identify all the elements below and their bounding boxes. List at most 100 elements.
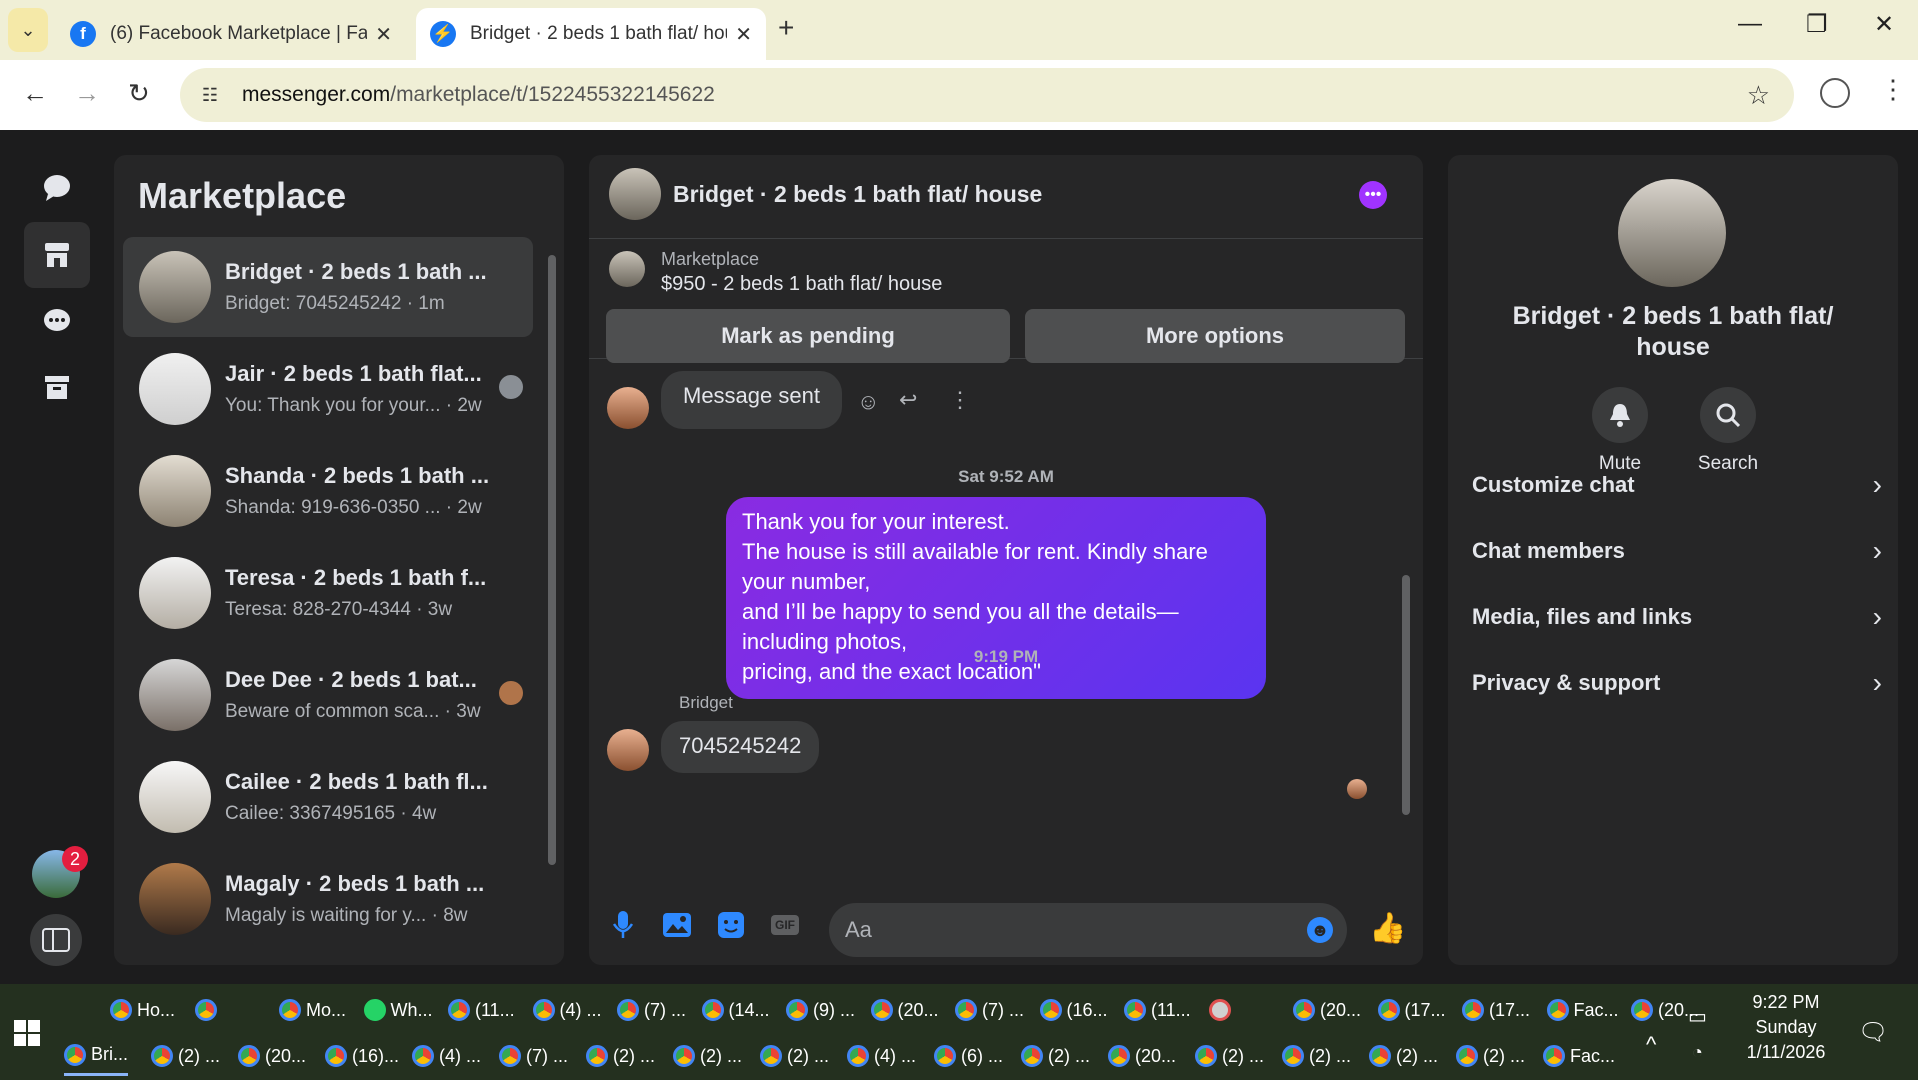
clock[interactable]: 9:22 PM Sunday 1/11/2026 (1736, 992, 1836, 1063)
tab-facebook-marketplace[interactable]: f (6) Facebook Marketplace | Face ✕ (56, 8, 406, 60)
search-button[interactable]: Search (1678, 387, 1778, 475)
avatar[interactable] (609, 168, 661, 220)
chat-title[interactable]: Bridget · 2 beds 1 bath flat/ house (673, 181, 1042, 208)
minimize-icon[interactable]: — (1738, 10, 1762, 38)
conversation-item[interactable]: Shanda · 2 beds 1 bath ... Shanda: 919-6… (123, 441, 533, 541)
marketplace-icon[interactable] (24, 222, 90, 288)
wifi-icon[interactable]: ◔ (1692, 1042, 1703, 1063)
taskbar-item[interactable]: (17... (1462, 990, 1530, 1030)
browser-menu-icon[interactable]: ⋮ (1880, 74, 1906, 105)
taskbar-item[interactable]: Mo... (279, 990, 346, 1030)
show-hidden-icons-icon[interactable]: ^ (1646, 1032, 1656, 1058)
avatar[interactable] (1618, 179, 1726, 287)
media-files-links-item[interactable]: Media, files and links › (1472, 595, 1882, 639)
taskbar-item[interactable]: (2) ... (760, 1036, 829, 1076)
reload-icon[interactable]: ↻ (128, 78, 150, 109)
customize-chat-item[interactable]: Customize chat › (1472, 463, 1882, 507)
like-icon[interactable]: 👍 (1369, 911, 1406, 946)
conversation-item[interactable]: Bridget · 2 beds 1 bath ... Bridget: 704… (123, 237, 533, 337)
message-scrollbar[interactable] (1401, 385, 1411, 815)
taskbar-item[interactable]: (2) ... (1369, 1036, 1438, 1076)
taskbar-item[interactable]: Bri... (64, 1036, 129, 1076)
close-icon[interactable]: ✕ (735, 22, 752, 47)
more-options-icon[interactable]: ••• (1359, 181, 1387, 209)
close-icon[interactable]: ✕ (375, 22, 392, 47)
taskbar-item[interactable]: Fac... (1543, 1036, 1615, 1076)
forward-icon[interactable]: → (74, 78, 100, 109)
taskbar-item[interactable]: (20... (1293, 990, 1361, 1030)
taskbar-item[interactable]: (2) ... (1282, 1036, 1351, 1076)
react-icon[interactable]: ☺ (857, 389, 879, 415)
conversation-item[interactable]: Dee Dee · 2 beds 1 bat... Beware of comm… (123, 645, 533, 745)
microphone-icon[interactable] (607, 909, 639, 941)
listing-thumbnail[interactable] (609, 251, 645, 287)
message-bubble[interactable]: 7045245242 (661, 721, 820, 773)
battery-icon[interactable]: ▭ (1688, 1004, 1707, 1029)
conversation-item[interactable]: Jair · 2 beds 1 bath flat... You: Thank … (123, 339, 533, 439)
profile-icon[interactable] (1820, 78, 1850, 108)
new-tab-button[interactable]: + (778, 12, 794, 44)
taskbar-item[interactable]: Ho... (110, 990, 175, 1030)
restore-icon[interactable]: ❐ (1806, 10, 1828, 39)
sticker-icon[interactable] (715, 909, 747, 941)
taskbar-item[interactable]: (2) ... (151, 1036, 220, 1076)
archive-icon[interactable] (24, 354, 90, 420)
taskbar-item[interactable]: (11... (1124, 990, 1191, 1030)
taskbar-item[interactable]: (16)... (325, 1036, 399, 1076)
taskbar-item[interactable]: (2) ... (1195, 1036, 1264, 1076)
chat-members-item[interactable]: Chat members › (1472, 529, 1882, 573)
taskbar-item[interactable]: (11... (448, 990, 515, 1030)
taskbar-item[interactable]: (2) ... (673, 1036, 742, 1076)
taskbar-item[interactable]: (7) ... (955, 990, 1024, 1030)
listing-price[interactable]: $950 - 2 beds 1 bath flat/ house (661, 273, 942, 296)
taskbar-item[interactable]: (2) ... (1456, 1036, 1525, 1076)
conversation-scrollbar[interactable] (546, 235, 558, 955)
taskbar-item[interactable]: (17... (1377, 990, 1446, 1030)
taskbar-item[interactable]: (20... (1108, 1036, 1176, 1076)
taskbar-item[interactable]: (20... (870, 990, 939, 1030)
site-info-icon[interactable]: ☷ (192, 77, 228, 113)
message-bubble[interactable]: Message sent (661, 371, 842, 429)
mark-as-pending-button[interactable]: Mark as pending (606, 309, 1010, 363)
tab-search-dropdown[interactable]: ⌄ (8, 8, 48, 52)
emoji-icon[interactable]: ☻ (1307, 917, 1333, 943)
close-window-icon[interactable]: ✕ (1874, 10, 1894, 39)
taskbar-item[interactable]: Fac... (1546, 990, 1619, 1030)
tab-messenger[interactable]: ⚡ Bridget · 2 beds 1 bath flat/ hou ✕ (416, 8, 766, 60)
taskbar-item[interactable]: (6) ... (934, 1036, 1003, 1076)
mute-button[interactable]: Mute (1570, 387, 1670, 475)
taskbar-item[interactable]: (4) ... (532, 990, 602, 1030)
taskbar-item[interactable]: (2) ... (1021, 1036, 1090, 1076)
taskbar-item[interactable]: (14... (701, 990, 770, 1030)
more-options-button[interactable]: More options (1025, 309, 1405, 363)
sidebar-toggle-icon[interactable] (30, 914, 82, 966)
message-requests-icon[interactable] (24, 288, 90, 354)
image-icon[interactable] (661, 909, 693, 941)
back-icon[interactable]: ← (22, 78, 48, 109)
windows-start-icon[interactable] (14, 1020, 40, 1046)
reply-icon[interactable]: ↩ (899, 387, 917, 413)
message-menu-icon[interactable]: ⋮ (949, 387, 971, 413)
url-text[interactable]: messenger.com/marketplace/t/152245532214… (242, 83, 715, 107)
message-input[interactable]: Aa (829, 903, 1347, 957)
notification-center-icon[interactable]: 🗨 (1858, 1018, 1888, 1047)
taskbar-item[interactable]: (4) ... (412, 1036, 481, 1076)
taskbar-item[interactable] (194, 990, 222, 1030)
conversation-item[interactable]: Teresa · 2 beds 1 bath f... Teresa: 828-… (123, 543, 533, 643)
taskbar-item[interactable]: (9) ... (786, 990, 855, 1030)
message-bubble-sent[interactable]: Thank you for your interest. The house i… (726, 497, 1266, 699)
conversation-item[interactable]: Magaly · 2 beds 1 bath ... Magaly is wai… (123, 849, 533, 949)
gif-icon[interactable]: GIF (769, 909, 801, 941)
taskbar-item[interactable]: (4) ... (847, 1036, 916, 1076)
bookmark-star-icon[interactable]: ☆ (1747, 80, 1770, 111)
chats-icon[interactable] (24, 154, 90, 220)
taskbar-item[interactable]: (7) ... (617, 990, 686, 1030)
taskbar-item[interactable] (1208, 990, 1236, 1030)
taskbar-item[interactable]: Wh... (363, 990, 433, 1030)
conversation-item[interactable]: Cailee · 2 beds 1 bath fl... Cailee: 336… (123, 747, 533, 847)
taskbar-item[interactable]: (2) ... (586, 1036, 655, 1076)
privacy-support-item[interactable]: Privacy & support › (1472, 661, 1882, 705)
taskbar-item[interactable]: (20... (238, 1036, 306, 1076)
taskbar-item[interactable]: (16... (1039, 990, 1108, 1030)
omnibox[interactable]: ☷ messenger.com/marketplace/t/1522455322… (180, 68, 1794, 122)
